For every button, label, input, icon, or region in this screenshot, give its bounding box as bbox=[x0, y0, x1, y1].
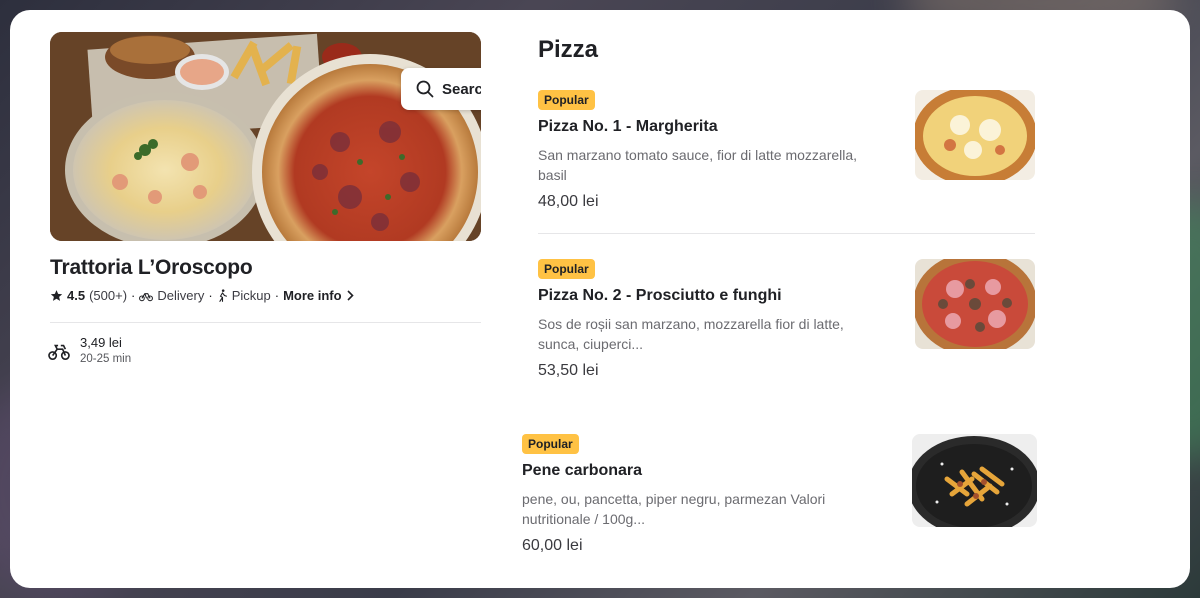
popular-badge: Popular bbox=[538, 90, 595, 110]
divider bbox=[50, 322, 481, 323]
food-photo bbox=[50, 32, 481, 241]
popular-badge: Popular bbox=[538, 259, 595, 279]
more-info-label: More info bbox=[283, 288, 342, 303]
menu-item[interactable]: Popular Pizza No. 1 - Margherita San mar… bbox=[538, 90, 888, 211]
walking-icon bbox=[217, 289, 228, 302]
menu-item-price: 60,00 lei bbox=[522, 537, 583, 554]
delivery-label: Delivery bbox=[157, 288, 205, 303]
menu-item-image[interactable] bbox=[915, 90, 1035, 180]
menu-item[interactable]: Popular Pizza No. 2 - Prosciutto e fungh… bbox=[538, 259, 888, 380]
delivery-fee: 3,49 lei bbox=[80, 335, 122, 350]
menu-item-price: 48,00 lei bbox=[538, 193, 599, 210]
search-label: Search bbox=[441, 80, 481, 98]
menu-section-title: Pizza bbox=[538, 36, 599, 63]
menu-item-description: pene, ou, pancetta, piper negru, parmeza… bbox=[522, 491, 826, 527]
menu-item-image[interactable] bbox=[915, 259, 1035, 349]
bicycle-icon bbox=[139, 290, 154, 302]
menu-item-price: 53,50 lei bbox=[538, 362, 599, 379]
rating-value: 4.5 bbox=[67, 288, 86, 303]
restaurant-panel: Search Trattoria L’Oroscopo 4.5 (500+) ·… bbox=[10, 10, 1190, 588]
meta-separator: · bbox=[208, 288, 213, 303]
meta-separator: · bbox=[131, 288, 136, 303]
restaurant-hero-image: Search bbox=[50, 32, 481, 241]
menu-item-image[interactable] bbox=[912, 434, 1037, 527]
restaurant-name: Trattoria L’Oroscopo bbox=[50, 256, 253, 279]
menu-item-name: Pene carbonara bbox=[522, 462, 643, 479]
divider bbox=[538, 233, 1035, 234]
courier-bike-icon bbox=[48, 341, 70, 361]
delivery-time: 20-25 min bbox=[80, 353, 132, 365]
more-info-link[interactable]: More info bbox=[283, 288, 354, 303]
meta-separator: · bbox=[274, 288, 280, 303]
delivery-fee-info: 3,49 lei 20-25 min bbox=[48, 335, 131, 365]
menu-item-description: Sos de roșii san marzano, mozzarella fio… bbox=[538, 316, 844, 352]
menu-item[interactable]: Popular Pene carbonara pene, ou, pancett… bbox=[522, 434, 832, 555]
popular-badge: Popular bbox=[522, 434, 579, 454]
review-count: (500+) bbox=[89, 288, 128, 303]
pickup-label: Pickup bbox=[231, 288, 271, 303]
menu-item-name: Pizza No. 1 - Margherita bbox=[538, 118, 718, 135]
search-button[interactable]: Search bbox=[401, 68, 481, 110]
search-icon bbox=[416, 80, 434, 98]
chevron-right-icon bbox=[346, 290, 354, 301]
star-icon bbox=[50, 289, 63, 302]
menu-item-name: Pizza No. 2 - Prosciutto e funghi bbox=[538, 287, 782, 304]
restaurant-meta: 4.5 (500+) · Delivery · Pickup · More in… bbox=[50, 288, 354, 303]
menu-item-description: San marzano tomato sauce, fior di latte … bbox=[538, 147, 858, 183]
